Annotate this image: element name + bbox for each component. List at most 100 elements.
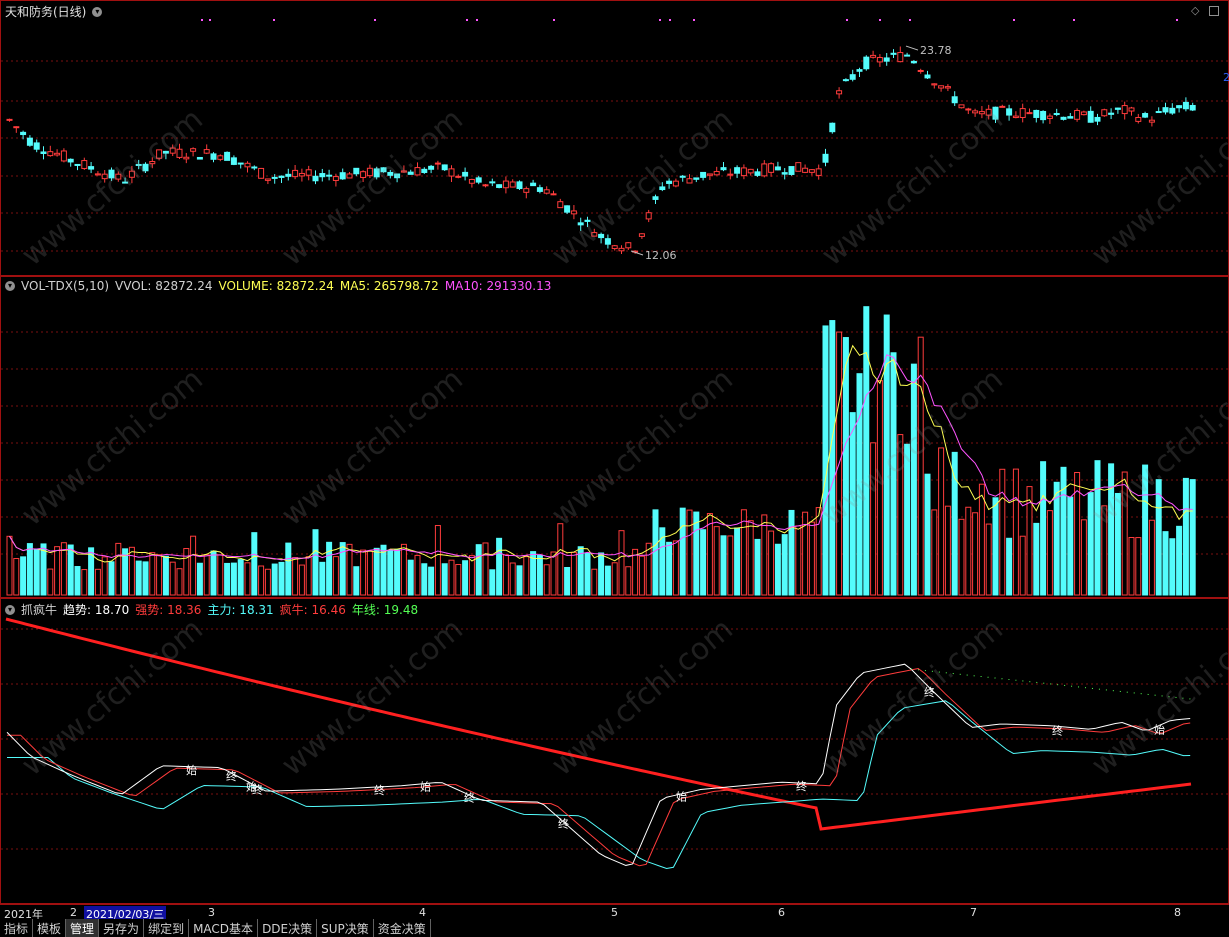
volume-bar [645,542,652,596]
end-marker: 终 [252,782,263,796]
candle-body [339,172,346,180]
tab-manage[interactable]: 管理 [66,919,100,937]
volume-bar [81,569,88,596]
candle-body [1094,116,1101,122]
volume-bar [706,513,713,596]
candle-body [530,182,537,187]
volume-bar [931,509,938,596]
volume-bar [176,568,183,596]
candle-body [224,151,231,161]
candle-body [482,184,489,187]
volume-bar [400,543,407,596]
candle-body [278,175,285,178]
volume-bar [312,529,319,596]
price-pane-header: 天和防务(日线) ▾ [5,3,103,20]
candle-body [502,180,509,189]
tab-save-as[interactable]: 另存为 [99,919,145,937]
scroll-box-icon[interactable] [1209,6,1219,16]
volume-bar [135,560,142,596]
ma10-value: MA10: 291330.13 [444,279,552,293]
dropdown-circle-icon[interactable]: ▾ [5,604,15,615]
volume-bar [550,551,557,596]
candle-body [1080,111,1087,116]
volume-bar [298,564,305,596]
volume-bar [26,543,33,596]
candle-body [353,167,360,175]
candle-body [740,167,747,177]
volume-bar [808,521,815,596]
candle-body [1053,113,1060,116]
volume-chart[interactable] [1,277,1229,599]
candle-body [944,86,951,89]
tab-indicator[interactable]: 指标 [0,919,34,937]
volume-bar [74,566,81,596]
tab-macd[interactable]: MACD基本 [189,919,259,937]
candle-body [47,151,54,157]
volume-bar [366,550,373,596]
candle-body [849,74,856,80]
candle-body [645,212,652,220]
tab-bind-to[interactable]: 绑定到 [144,919,190,937]
tab-fund[interactable]: 资金决策 [374,919,431,937]
volume-bar [20,556,27,596]
candle-body [931,83,938,86]
candle-body [876,57,883,63]
signal-dot [846,19,848,21]
tab-dde[interactable]: DDE决策 [258,919,318,937]
ma5-value: MA5: 265798.72 [339,279,439,293]
volume-bar [815,507,822,596]
candle-body [326,174,333,177]
candle-body [1176,105,1183,109]
candle-body [428,165,435,170]
volume-bar [516,565,523,596]
candle-body [870,54,877,58]
candle-body [611,245,618,250]
tab-sup[interactable]: SUP决策 [317,919,374,937]
candle-body [1006,108,1013,116]
candle-body [6,118,13,121]
candle-body [958,104,965,109]
volume-bar [6,535,13,596]
volume-bar [346,543,353,596]
right-axis-tag: 2 [1223,71,1229,84]
volume-bar [679,507,686,596]
candle-body [516,181,523,190]
volume-bar [768,530,775,596]
candle-body [829,122,836,133]
settings-circle-icon[interactable]: ▾ [92,6,103,17]
candle-body [747,168,754,174]
volume-bar [734,527,741,596]
signal-dot [374,19,376,21]
candle-body [1142,113,1149,118]
candle-body [496,184,503,188]
date-axis: 2021年 2 2021/02/03/三 3 4 5 6 7 8 [0,904,1229,922]
volume-bar [13,558,20,596]
volume-bar [1012,468,1019,596]
volume-chart-pane[interactable]: ▾ VOL-TDX(5,10) VVOL: 82872.24 VOLUME: 8… [0,276,1229,598]
tab-template[interactable]: 模板 [33,919,67,937]
candle-body [441,164,448,171]
candle-body [1182,101,1189,110]
month-label-2: 2 [70,906,77,919]
candle-body [1074,110,1081,120]
volume-bar [264,568,271,596]
volume-bar [1176,525,1183,596]
volume-bar [319,561,326,596]
volume-bar [557,523,564,596]
volume-bar [747,520,754,596]
volume-bar [1169,538,1176,596]
candle-body [1019,108,1026,118]
high-pointer [905,45,919,51]
main-value: 主力: 18.31 [207,603,274,617]
volume-bar [1148,519,1155,596]
candle-body [999,105,1006,108]
volume-bar [1019,535,1026,596]
candle-body [822,153,829,163]
volume-bar [944,505,951,596]
dropdown-circle-icon[interactable]: ▾ [5,281,15,291]
candle-body [686,178,693,184]
volume-bar [149,552,156,596]
diamond-icon[interactable]: ◇ [1191,4,1199,17]
signal-dot [1073,19,1075,21]
candle-body [1087,110,1094,123]
